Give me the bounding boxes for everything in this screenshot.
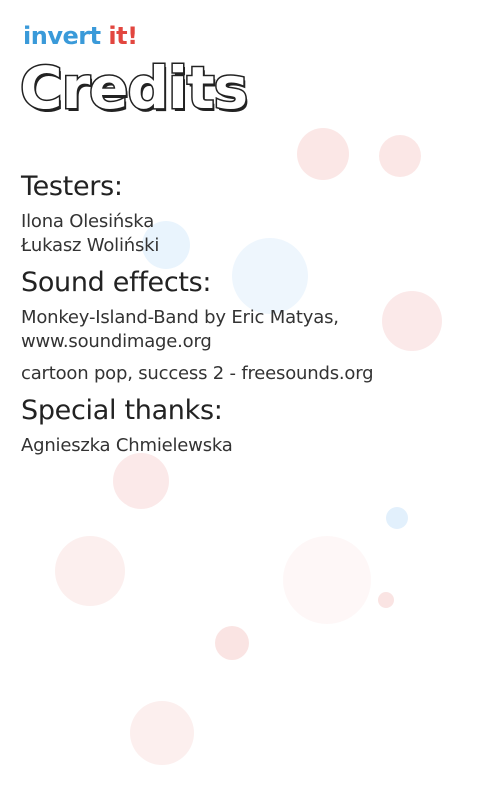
section-heading-sound-effects: Sound effects:	[21, 267, 212, 298]
list-item: Agnieszka Chmielewska	[21, 435, 233, 456]
sound-effects-entry-2: cartoon pop, success 2 - freesounds.org	[21, 362, 461, 386]
bubble	[130, 701, 194, 765]
bubble	[283, 536, 371, 624]
bubble	[215, 626, 249, 660]
section-heading-special-thanks: Special thanks:	[21, 395, 223, 426]
list-item: Ilona Olesińska	[21, 211, 155, 232]
list-item: cartoon pop, success 2 - freesounds.org	[21, 363, 374, 384]
app-logo: invert it!	[23, 22, 138, 50]
list-item: Monkey-Island-Band by Eric Matyas,	[21, 307, 339, 328]
testers-list: Ilona Olesińska Łukasz Woliński	[21, 210, 461, 258]
credits-content: Testers: Ilona Olesińska Łukasz Woliński…	[21, 170, 461, 466]
logo-word-invert: invert	[23, 22, 101, 50]
list-item: Łukasz Woliński	[21, 235, 160, 256]
section-testers: Testers: Ilona Olesińska Łukasz Woliński	[21, 170, 461, 258]
list-item: www.soundimage.org	[21, 331, 212, 352]
bubble	[55, 536, 125, 606]
logo-word-it: it!	[108, 22, 138, 50]
special-thanks-list: Agnieszka Chmielewska	[21, 434, 461, 458]
sound-effects-entry-1: Monkey-Island-Band by Eric Matyas, www.s…	[21, 306, 461, 354]
bubble	[378, 592, 394, 608]
section-heading-testers: Testers:	[21, 171, 123, 202]
section-sound-effects: Sound effects: Monkey-Island-Band by Eri…	[21, 266, 461, 386]
page-title: Credits	[18, 53, 249, 124]
bubble	[386, 507, 408, 529]
section-special-thanks: Special thanks: Agnieszka Chmielewska	[21, 394, 461, 458]
